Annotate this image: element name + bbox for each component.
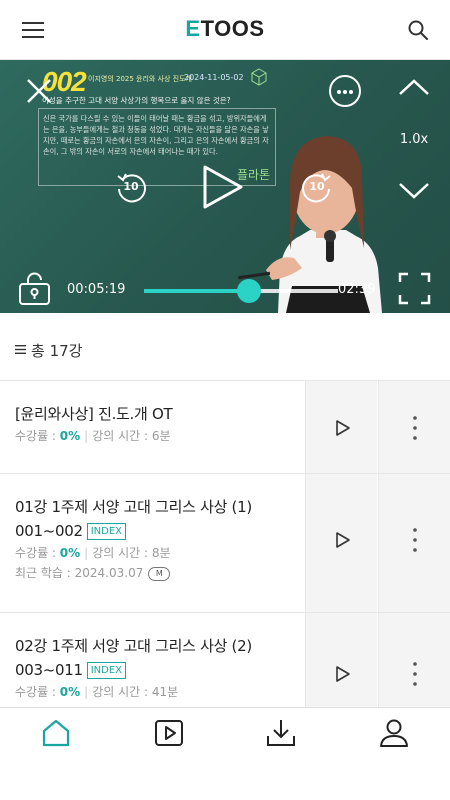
app-header: ETOOS [0,0,450,60]
forward-10-button[interactable]: 10 [300,170,334,204]
list-icon [15,345,26,354]
fullscreen-icon[interactable] [398,272,431,305]
lecture-range-text: 001~002 [15,522,83,540]
duration: 강의 시간 : 41분 [92,685,179,699]
seek-bar-progress [144,289,249,293]
lock-icon[interactable] [18,272,51,306]
cube-logo-icon [251,68,267,86]
playback-speed[interactable]: 1.0x [396,132,432,147]
play-lecture-button[interactable] [305,381,377,473]
rate-label: 수강률 : [15,546,60,560]
lecture-subtitle: 이지영의 2025 윤리와 사상 진도개 [88,75,192,83]
index-badge[interactable]: INDEX [86,662,127,679]
lecture-more-button[interactable] [378,613,450,707]
rate-value: 0% [59,429,81,443]
vertical-dots-icon [413,416,417,440]
play-lecture-button[interactable] [305,613,377,707]
lecture-title: 01강 1주제 서양 고대 그리스 사상 (1) [15,498,252,516]
user-icon[interactable] [379,718,409,748]
list-item[interactable]: [윤리와사상] 진.도.개 OT 수강률 : 0% | 강의 시간 : 6분 [0,381,450,474]
video-player[interactable]: 002 이지영의 2025 윤리와 사상 진도개 2024-11-05-02 이… [0,60,450,313]
vertical-dots-icon [413,528,417,552]
logo-letter-e: E [185,16,201,41]
rewind-10-button[interactable]: 10 [114,170,148,204]
lecture-range: 003~011 INDEX [15,658,303,682]
lecture-more-button[interactable] [378,381,450,473]
duration: 강의 시간 : 8분 [92,546,171,560]
lecture-title: 02강 1주제 서양 고대 그리스 사상 (2) [15,637,252,655]
play-icon [336,666,350,682]
lecture-question: 이성을 추구한 고대 서양 사상가의 행복으로 옳지 않은 것은? [42,96,231,105]
end-time: 02:39 [338,282,376,297]
rewind-seconds: 10 [123,180,139,193]
index-badge[interactable]: INDEX [86,523,127,540]
play-lecture-button[interactable] [305,474,377,612]
search-icon[interactable] [406,18,430,42]
play-icon[interactable] [201,164,245,210]
forward-seconds: 10 [309,180,325,193]
play-icon[interactable] [154,718,184,748]
recent-study: 최근 학습 : 2024.03.07 M [15,563,303,583]
lecture-meta: 수강률 : 0% | 강의 시간 : 6분 [15,429,171,443]
lecture-range: 001~002 INDEX [15,519,303,543]
play-icon [336,532,350,548]
vertical-dots-icon [413,662,417,686]
etoos-logo[interactable]: ETOOS [0,16,450,42]
play-icon [336,420,350,436]
current-time: 00:05:19 [67,282,126,297]
lecture-list: [윤리와사상] 진.도.개 OT 수강률 : 0% | 강의 시간 : 6분 01강… [0,381,450,707]
lecture-count-row: 총 17강 [0,313,450,381]
lecture-title: [윤리와사상] 진.도.개 OT [15,405,173,423]
rate-value: 0% [59,546,81,560]
recent-study-date: 최근 학습 : 2024.03.07 [15,566,144,580]
mobile-badge: M [148,567,171,581]
seek-bar[interactable] [144,279,338,303]
lecture-meta: 수강률 : 0% | 강의 시간 : 8분 [15,546,171,560]
more-options-button[interactable] [329,75,361,107]
list-item[interactable]: 01강 1주제 서양 고대 그리스 사상 (1) 001~002 INDEX 수강… [0,474,450,613]
lecture-more-button[interactable] [378,474,450,612]
rate-label: 수강률 : [15,685,60,699]
seek-bar-thumb[interactable] [236,279,261,303]
logo-text: TOOS [200,16,265,41]
lecture-range-text: 003~011 [15,661,83,679]
duration: 강의 시간 : 6분 [92,429,171,443]
close-icon[interactable] [26,78,52,104]
bottom-navigation [0,707,450,762]
rate-label: 수강률 : [15,429,60,443]
lecture-meta: 수강률 : 0% | 강의 시간 : 41분 [15,685,179,699]
download-icon[interactable] [266,718,296,748]
list-item[interactable]: 02강 1주제 서양 고대 그리스 사상 (2) 003~011 INDEX 수강… [0,613,450,707]
speed-down-icon[interactable] [398,182,430,200]
lecture-count: 총 17강 [31,342,83,360]
rate-value: 0% [59,685,81,699]
lecture-date: 2024-11-05-02 [184,73,244,82]
home-icon[interactable] [41,718,71,748]
speed-up-icon[interactable] [398,78,430,96]
